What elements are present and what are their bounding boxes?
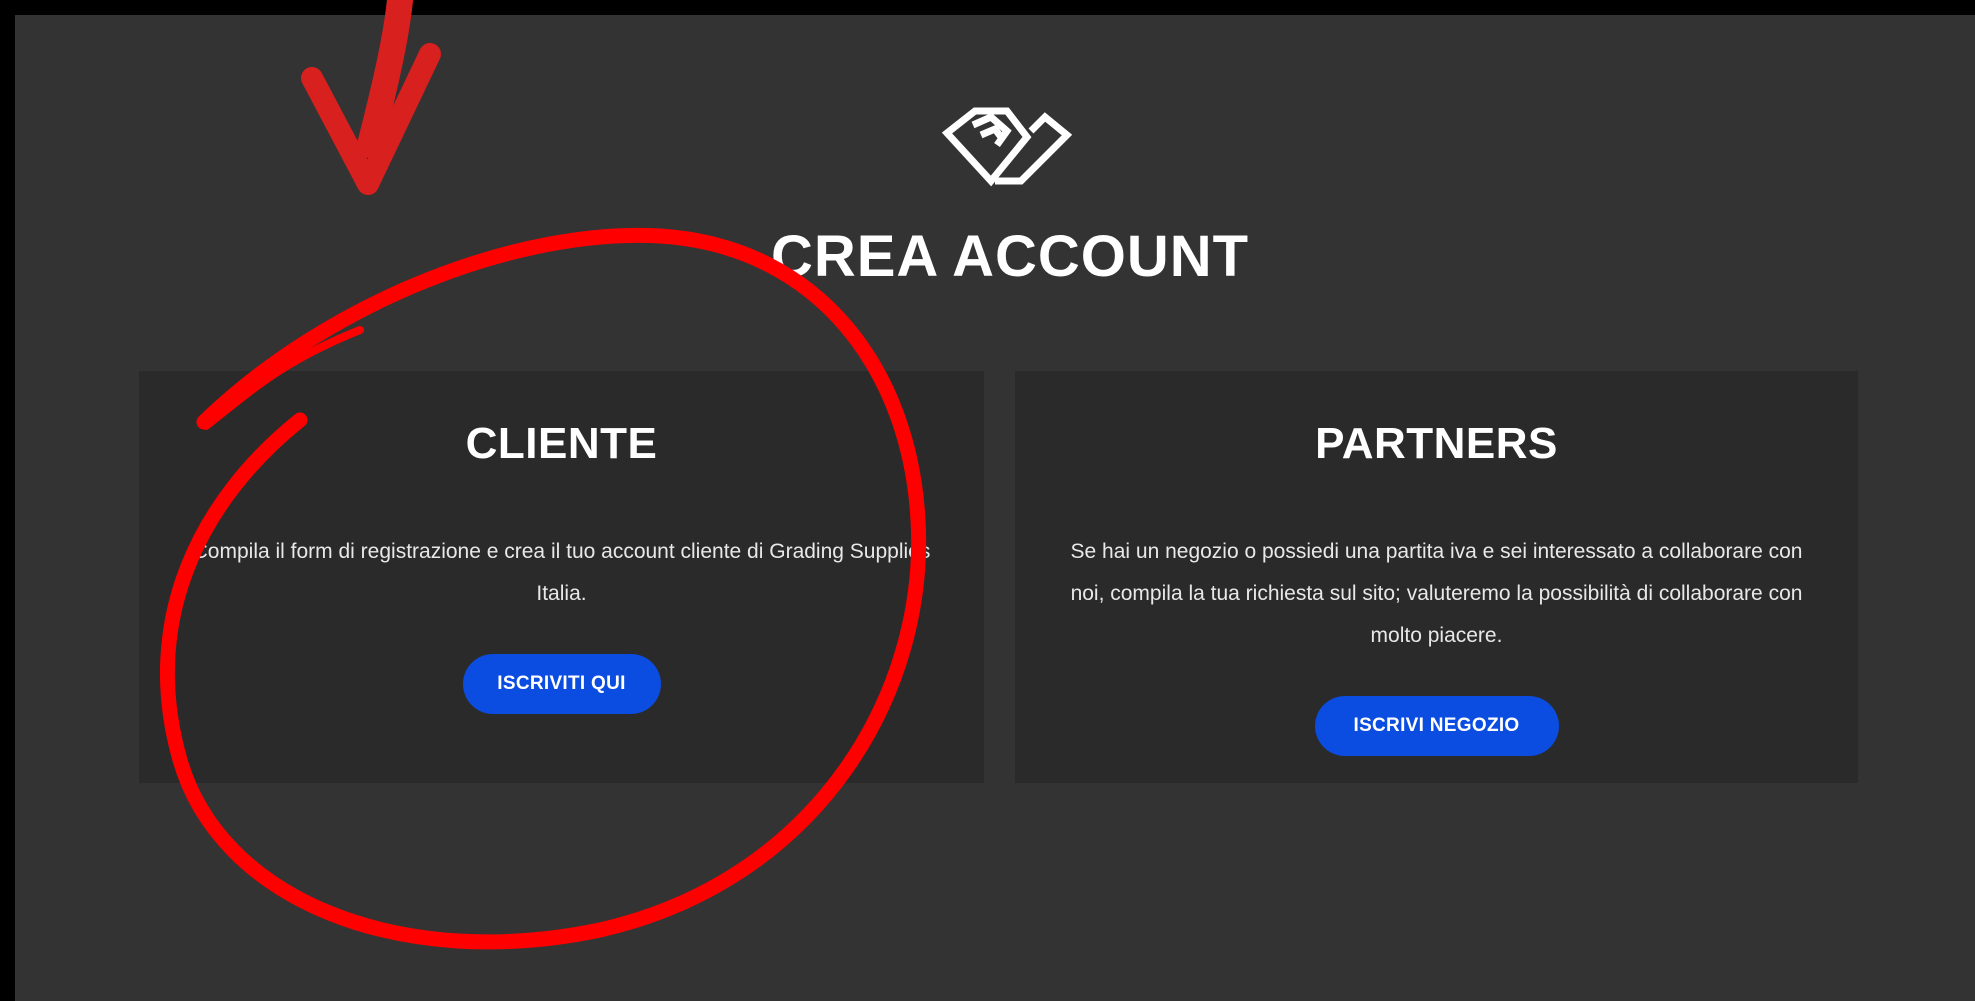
partners-card-title: PARTNERS [1315, 419, 1558, 468]
cliente-card-title: CLIENTE [465, 419, 658, 468]
iscrivi-negozio-button[interactable]: ISCRIVI NEGOZIO [1314, 696, 1559, 756]
page-title: CREA ACCOUNT [770, 224, 1250, 289]
diamond-logo-icon [935, 95, 1085, 205]
partners-card: PARTNERS Se hai un negozio o possiedi un… [1015, 371, 1858, 783]
cliente-card-description: Compila il form di registrazione e crea … [192, 540, 931, 605]
cliente-card: CLIENTE Compila il form di registrazione… [139, 371, 984, 783]
iscriviti-qui-button[interactable]: ISCRIVITI QUI [462, 654, 661, 714]
partners-card-description: Se hai un negozio o possiedi una partita… [1070, 540, 1803, 647]
page-background: CREA ACCOUNT CLIENTE Compila il form di … [15, 15, 1975, 1001]
